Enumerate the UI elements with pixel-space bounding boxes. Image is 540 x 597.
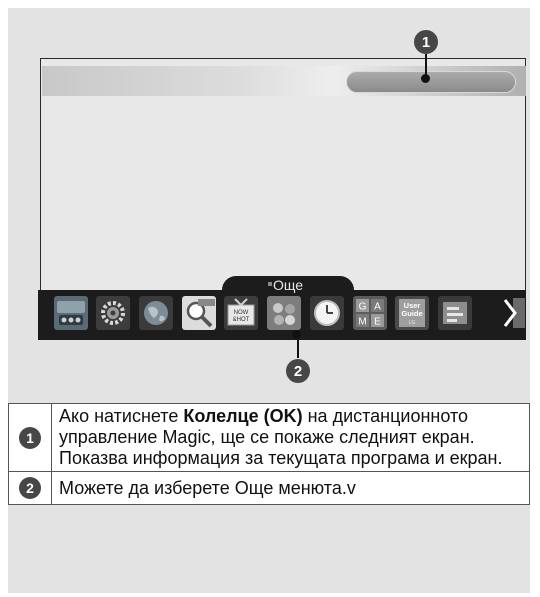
- legend-row-1-text: Ако натиснете Колелце (OK) на дистанцион…: [51, 403, 530, 472]
- search-icon[interactable]: [182, 296, 216, 330]
- svg-text:LG: LG: [409, 320, 416, 326]
- legend-row-2: 2 Можете да изберете Още менюта.v: [8, 471, 530, 505]
- svg-text:A: A: [374, 302, 381, 313]
- legend-table: 1 Ако натиснете Колелце (OK) на дистанци…: [8, 403, 530, 505]
- apps-icon[interactable]: [267, 296, 301, 330]
- legend-row-1: 1 Ако натиснете Колелце (OK) на дистанци…: [8, 403, 530, 472]
- callout-1-badge: 1: [414, 30, 438, 54]
- menu-icons: NOW &HOT G A M E User Guide LG: [38, 296, 526, 340]
- callout-2-line: [297, 340, 299, 358]
- program-info-bar: [42, 66, 526, 96]
- legend-row-1-text-before: Ако натиснете: [59, 406, 184, 426]
- callout-2-pointer: [292, 330, 301, 339]
- legend-row-1-number-cell: 1: [8, 403, 52, 472]
- program-info-pill: [346, 71, 516, 93]
- svg-text:G: G: [359, 302, 367, 313]
- svg-text:M: M: [358, 317, 366, 328]
- notes-icon[interactable]: [438, 296, 472, 330]
- more-tab-label: Още: [272, 277, 304, 293]
- legend-row-1-text-bold: Колелце (OK): [183, 406, 303, 426]
- svg-text:Guide: Guide: [401, 309, 422, 318]
- callout-1-line: [425, 54, 427, 76]
- media-player-icon[interactable]: [54, 296, 88, 330]
- chevron-right-icon[interactable]: [502, 296, 526, 330]
- globe-icon[interactable]: [139, 296, 173, 330]
- legend-row-2-badge: 2: [19, 477, 41, 499]
- svg-text:E: E: [374, 317, 381, 328]
- clock-icon[interactable]: [310, 296, 344, 330]
- legend-row-2-text: Можете да изберете Още менюта.v: [51, 471, 530, 505]
- now-hot-icon[interactable]: NOW &HOT: [224, 296, 258, 330]
- svg-text:NOW: NOW: [234, 310, 249, 316]
- svg-text:&HOT: &HOT: [233, 317, 250, 323]
- game-icon[interactable]: G A M E: [353, 296, 387, 330]
- legend-row-2-number-cell: 2: [8, 471, 52, 505]
- legend-row-1-text-line2: Показва информация за текущата програма …: [59, 448, 503, 468]
- settings-gear-icon[interactable]: [96, 296, 130, 330]
- callout-2-badge: 2: [286, 359, 310, 383]
- user-guide-icon[interactable]: User Guide LG: [395, 296, 429, 330]
- legend-row-1-badge: 1: [19, 426, 41, 449]
